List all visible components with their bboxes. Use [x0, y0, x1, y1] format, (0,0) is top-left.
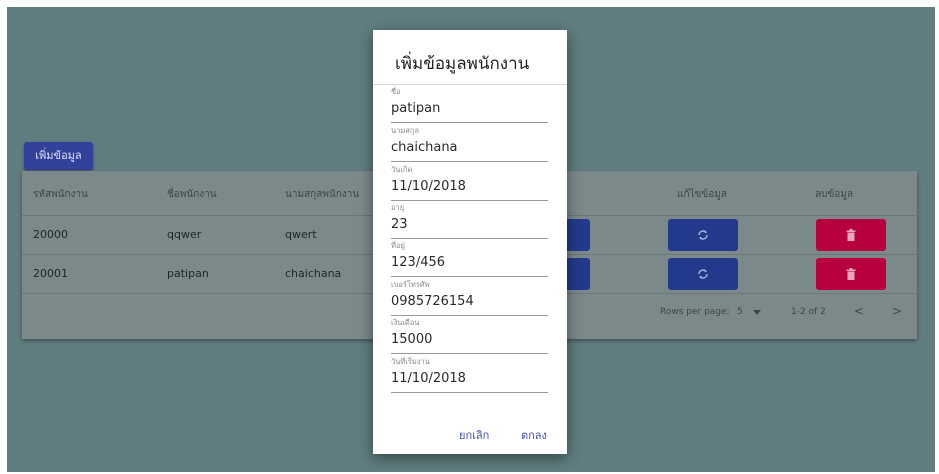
salary-field[interactable]: เงินเดือน 15000	[391, 317, 548, 355]
cell-employee-id: 20000	[33, 228, 68, 241]
rows-per-page-label: Rows per page:	[660, 307, 730, 317]
refresh-icon	[698, 230, 708, 240]
trash-icon	[846, 268, 856, 280]
header-edit: แก้ไขข้อมูล	[677, 189, 727, 200]
phone-field[interactable]: เบอร์โทรศัพ 0985726154	[391, 279, 548, 317]
field-label: เบอร์โทรศัพ	[391, 280, 430, 289]
header-employee-name: ชื่อพนักงาน	[167, 189, 217, 200]
dialog-divider	[373, 84, 567, 85]
field-value[interactable]: 123/456	[391, 255, 445, 270]
birthdate-field[interactable]: วันเกิด 11/10/2018	[391, 164, 548, 202]
field-value[interactable]: patipan	[391, 101, 440, 116]
field-label: นามสกุล	[391, 126, 419, 135]
field-value[interactable]: 11/10/2018	[391, 179, 466, 194]
cell-employee-surname: chaichana	[285, 267, 342, 280]
field-label: อายุ	[391, 203, 405, 212]
header-delete: ลบข้อมูล	[815, 189, 854, 200]
field-value[interactable]: 15000	[391, 332, 432, 347]
age-field[interactable]: อายุ 23	[391, 202, 548, 240]
chevron-down-icon[interactable]	[753, 310, 761, 315]
start-date-field[interactable]: วันที่เริ่มงาน 11/10/2018	[391, 356, 548, 394]
rows-per-page-select[interactable]: 5	[737, 307, 743, 317]
address-field[interactable]: ที่อยู่ 123/456	[391, 240, 548, 278]
delete-button[interactable]	[816, 258, 886, 290]
edit-button[interactable]	[668, 219, 738, 251]
field-label: ชื่อ	[391, 87, 401, 96]
add-data-button[interactable]: เพิ่มข้อมูล	[24, 142, 93, 170]
ok-button[interactable]: ตกลง	[521, 426, 547, 444]
cell-employee-id: 20001	[33, 267, 68, 280]
last-name-field[interactable]: นามสกุล chaichana	[391, 125, 548, 163]
next-page-button[interactable]: >	[892, 304, 902, 318]
add-employee-dialog: เพิ่มข้อมูลพนักงาน ชื่อ patipan นามสกุล …	[373, 30, 567, 454]
field-value[interactable]: chaichana	[391, 140, 458, 155]
field-label: เงินเดือน	[391, 318, 420, 327]
prev-page-button[interactable]: <	[854, 304, 864, 318]
field-value[interactable]: 11/10/2018	[391, 371, 466, 386]
edit-button[interactable]	[668, 258, 738, 290]
cell-employee-name: patipan	[167, 267, 209, 280]
dialog-title: เพิ่มข้อมูลพนักงาน	[395, 54, 530, 74]
field-value[interactable]: 0985726154	[391, 294, 474, 309]
header-employee-surname: นามสกุลพนักงาน	[285, 189, 360, 200]
cell-employee-surname: qwert	[285, 228, 317, 241]
delete-button[interactable]	[816, 219, 886, 251]
first-name-field[interactable]: ชื่อ patipan	[391, 86, 548, 124]
header-employee-id: รหัสพนักงาน	[33, 189, 88, 200]
cell-employee-name: qqwer	[167, 228, 202, 241]
refresh-icon	[698, 269, 708, 279]
field-value[interactable]: 23	[391, 217, 408, 232]
pagination-range: 1-2 of 2	[791, 307, 826, 317]
trash-icon	[846, 229, 856, 241]
field-label: วันเกิด	[391, 165, 413, 174]
cancel-button[interactable]: ยกเลิก	[459, 426, 489, 444]
field-label: วันที่เริ่มงาน	[391, 357, 430, 366]
field-label: ที่อยู่	[391, 241, 405, 250]
